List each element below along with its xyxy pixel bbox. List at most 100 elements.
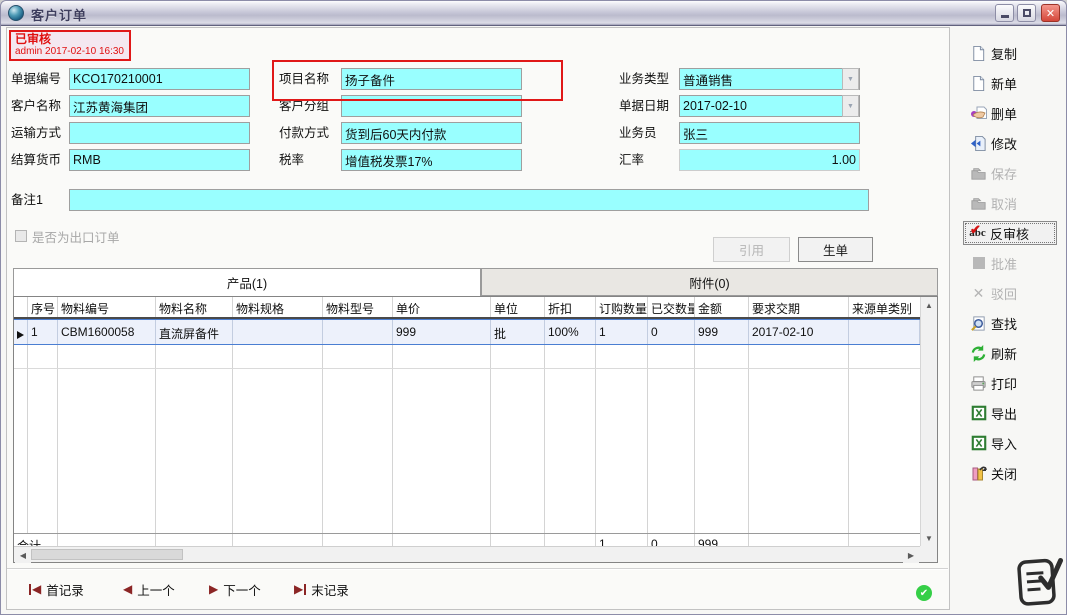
tax-label: 税率 xyxy=(279,149,304,171)
sidebar-label: 复制 xyxy=(991,44,1017,63)
export-order-checkbox[interactable] xyxy=(15,230,27,242)
biz-type-field[interactable] xyxy=(679,68,860,90)
scroll-up-icon[interactable]: ▲ xyxy=(921,297,937,313)
payment-field[interactable] xyxy=(341,122,522,144)
col-header[interactable]: 序号 xyxy=(28,297,58,317)
horizontal-scroll-thumb[interactable] xyxy=(31,549,183,560)
tax-field[interactable] xyxy=(341,149,522,171)
nav-last-record[interactable]: ▶ 末记录 xyxy=(294,579,349,599)
cell-unit[interactable]: 批 xyxy=(491,320,545,344)
nav-divider xyxy=(7,568,948,570)
sidebar-button-refresh[interactable]: 刷新 xyxy=(969,341,1065,365)
minimize-icon xyxy=(1001,15,1009,18)
row-selector xyxy=(14,320,28,344)
scroll-right-icon[interactable]: ▶ xyxy=(903,547,919,563)
col-header[interactable]: 要求交期 xyxy=(749,297,849,317)
next-icon: ▶ xyxy=(209,583,218,595)
sidebar-button-reject[interactable]: ✕ 驳回 xyxy=(969,281,1065,305)
remark-field[interactable] xyxy=(69,189,869,211)
sidebar-button-approve[interactable]: 批准 xyxy=(969,251,1065,275)
col-header[interactable]: 订购数量 xyxy=(596,297,648,317)
maximize-button[interactable] xyxy=(1017,4,1036,22)
cell-qty[interactable]: 1 xyxy=(596,320,648,344)
nav-label: 末记录 xyxy=(311,580,349,599)
nav-first-record[interactable]: ◀ 首记录 xyxy=(29,579,84,599)
doc-date-dropdown-button[interactable]: ▼ xyxy=(842,95,859,117)
exchange-rate-field[interactable] xyxy=(679,149,860,171)
col-header[interactable]: 单位 xyxy=(491,297,545,317)
sidebar-button-unapprove[interactable]: abc✔ 反审核 xyxy=(963,221,1057,245)
quote-button[interactable]: 引用 xyxy=(713,237,790,262)
customer-group-field[interactable] xyxy=(341,95,522,117)
cell-code[interactable]: CBM1600058 xyxy=(58,320,156,344)
salesman-field[interactable] xyxy=(679,122,860,144)
sidebar-button-modify[interactable]: 修改 xyxy=(969,131,1065,155)
scroll-down-icon[interactable]: ▼ xyxy=(921,530,937,546)
sidebar-button-export[interactable]: 导出 xyxy=(969,401,1065,425)
sidebar-button-delete[interactable]: 删单 xyxy=(969,101,1065,125)
project-field[interactable] xyxy=(341,68,522,90)
sidebar-button-import[interactable]: 导入 xyxy=(969,431,1065,455)
nav-previous[interactable]: ◀ 上一个 xyxy=(123,579,175,599)
sidebar-label: 新单 xyxy=(991,74,1017,93)
sidebar-button-new[interactable]: 新单 xyxy=(969,71,1065,95)
biz-type-dropdown-button[interactable]: ▼ xyxy=(842,68,859,90)
vertical-scrollbar[interactable]: ▲ ▼ xyxy=(920,297,937,546)
col-header[interactable]: 来源单类别 xyxy=(849,297,920,317)
transport-field[interactable] xyxy=(69,122,250,144)
minimize-button[interactable] xyxy=(995,4,1014,22)
col-header[interactable]: 物料编号 xyxy=(58,297,156,317)
sidebar-button-copy[interactable]: 复制 xyxy=(969,41,1065,65)
cell-amount[interactable]: 999 xyxy=(695,320,749,344)
refresh-icon xyxy=(969,344,988,363)
scroll-left-icon[interactable]: ◀ xyxy=(15,547,31,563)
sidebar-button-print[interactable]: 打印 xyxy=(969,371,1065,395)
sidebar-button-close-form[interactable]: 关闭 xyxy=(969,461,1065,485)
cell-name[interactable]: 直流屏备件 xyxy=(156,320,233,344)
payment-label: 付款方式 xyxy=(279,122,329,144)
sidebar-button-find[interactable]: 查找 xyxy=(969,311,1065,335)
close-button[interactable]: ✕ xyxy=(1041,4,1060,22)
col-header[interactable]: 金额 xyxy=(695,297,749,317)
cell-source[interactable] xyxy=(849,320,920,344)
status-green-icon: ✔ xyxy=(916,585,932,601)
cell-seq[interactable]: 1 xyxy=(28,320,58,344)
customer-field[interactable] xyxy=(69,95,250,117)
cell-due[interactable]: 2017-02-10 xyxy=(749,320,849,344)
col-header[interactable]: 物料规格 xyxy=(233,297,323,317)
col-header[interactable]: 单价 xyxy=(393,297,491,317)
sidebar-button-cancel[interactable]: 取消 xyxy=(969,191,1065,215)
table-row[interactable]: 1 CBM1600058 直流屏备件 999 批 100% 1 0 999 20… xyxy=(14,319,920,345)
tab-products[interactable]: 产品(1) xyxy=(13,268,481,296)
cell-model[interactable] xyxy=(323,320,393,344)
grid-empty-row xyxy=(14,345,920,369)
search-icon xyxy=(969,314,988,333)
sidebar-label: 取消 xyxy=(991,194,1017,213)
cell-price[interactable]: 999 xyxy=(393,320,491,344)
col-header[interactable]: 折扣 xyxy=(545,297,596,317)
col-header[interactable]: 物料型号 xyxy=(323,297,393,317)
currency-field[interactable] xyxy=(69,149,250,171)
tab-attachments[interactable]: 附件(0) xyxy=(481,268,938,296)
horizontal-scrollbar[interactable]: ◀ ▶ xyxy=(14,546,920,562)
sidebar-button-save[interactable]: 保存 xyxy=(969,161,1065,185)
col-header[interactable]: 物料名称 xyxy=(156,297,233,317)
excel-import-icon xyxy=(969,434,988,453)
col-header[interactable]: 已交数量 xyxy=(648,297,695,317)
project-label: 项目名称 xyxy=(279,68,329,90)
exchange-rate-label: 汇率 xyxy=(619,149,644,171)
sidebar-label: 刷新 xyxy=(991,344,1017,363)
doc-no-field[interactable] xyxy=(69,68,250,90)
maximize-icon xyxy=(1023,9,1031,17)
generate-order-button[interactable]: 生单 xyxy=(798,237,873,262)
sidebar-label: 查找 xyxy=(991,314,1017,333)
previous-icon: ◀ xyxy=(123,583,132,595)
doc-date-field[interactable] xyxy=(679,95,860,117)
sidebar-label: 关闭 xyxy=(991,464,1017,483)
cell-spec[interactable] xyxy=(233,320,323,344)
remark-label: 备注1 xyxy=(11,189,43,211)
title-bar[interactable]: 客户订单 ✕ xyxy=(1,1,1066,26)
cell-discount[interactable]: 100% xyxy=(545,320,596,344)
nav-next[interactable]: ▶ 下一个 xyxy=(209,579,261,599)
cell-delivered[interactable]: 0 xyxy=(648,320,695,344)
